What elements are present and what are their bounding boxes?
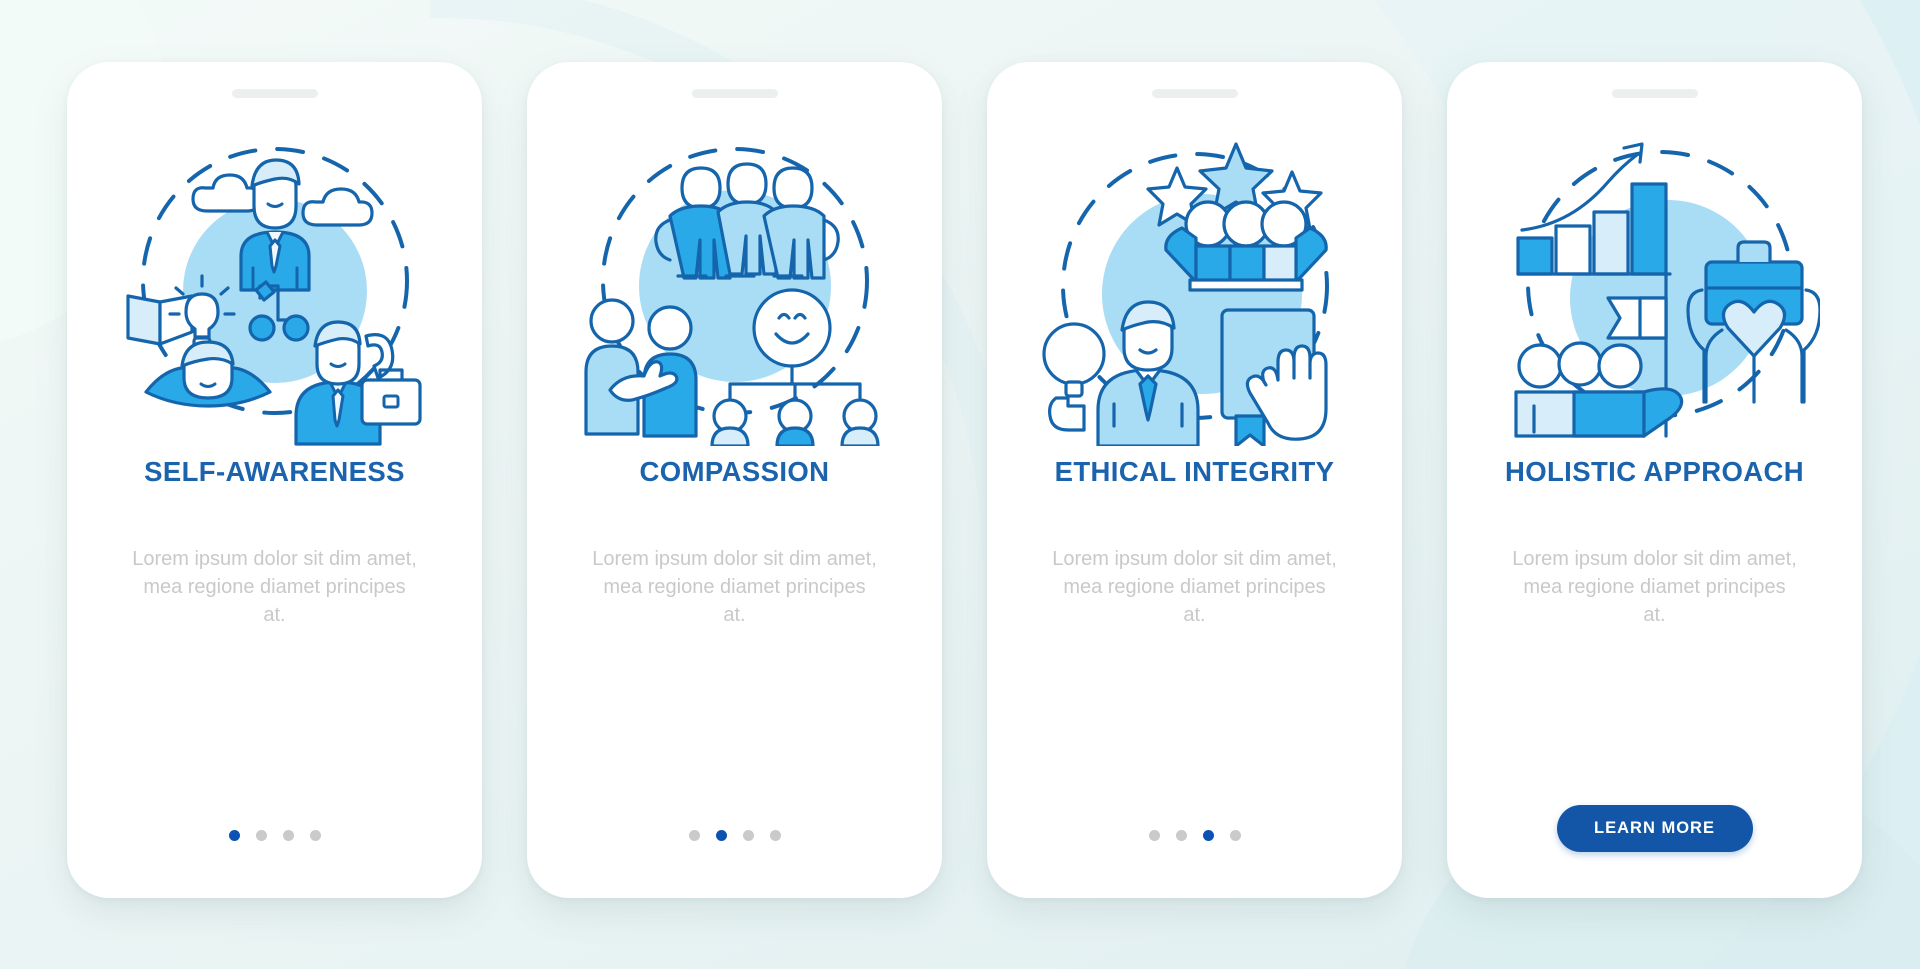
pagination-dot-4[interactable] bbox=[1229, 830, 1241, 841]
self-awareness-illustration bbox=[110, 116, 440, 446]
pagination-dots[interactable] bbox=[688, 830, 781, 841]
pagination-dot-2[interactable] bbox=[255, 830, 267, 841]
phone-speaker-bar bbox=[691, 89, 778, 98]
pagination-dot-4[interactable] bbox=[309, 830, 321, 841]
pagination-dot-3[interactable] bbox=[282, 830, 294, 841]
ethical-integrity-illustration bbox=[1030, 116, 1360, 446]
pagination-dot-4[interactable] bbox=[769, 830, 781, 841]
pagination-dots[interactable] bbox=[1148, 830, 1241, 841]
onboarding-screens-row: SELF-AWARENESS Lorem ipsum dolor sit dim… bbox=[0, 0, 1920, 898]
screen-body-text: Lorem ipsum dolor sit dim amet, mea regi… bbox=[1512, 547, 1797, 627]
screen-body-text: Lorem ipsum dolor sit dim amet, mea regi… bbox=[592, 547, 877, 627]
phone-speaker-bar bbox=[1151, 89, 1238, 98]
phone-screen-ethical-integrity[interactable]: ETHICAL INTEGRITY Lorem ipsum dolor sit … bbox=[987, 62, 1402, 898]
phone-screen-holistic-approach[interactable]: HOLISTIC APPROACH Lorem ipsum dolor sit … bbox=[1447, 62, 1862, 898]
pagination-dot-2[interactable] bbox=[1175, 830, 1187, 841]
pagination-dot-3[interactable] bbox=[1202, 830, 1214, 841]
screen-body-text: Lorem ipsum dolor sit dim amet, mea regi… bbox=[132, 547, 417, 627]
phone-screen-self-awareness[interactable]: SELF-AWARENESS Lorem ipsum dolor sit dim… bbox=[67, 62, 482, 898]
phone-screen-compassion[interactable]: COMPASSION Lorem ipsum dolor sit dim ame… bbox=[527, 62, 942, 898]
pagination-dot-2[interactable] bbox=[715, 830, 727, 841]
pagination-dot-1[interactable] bbox=[228, 830, 240, 841]
pagination-dot-1[interactable] bbox=[688, 830, 700, 841]
holistic-approach-illustration bbox=[1490, 116, 1820, 446]
compassion-illustration bbox=[570, 116, 900, 446]
pagination-dot-1[interactable] bbox=[1148, 830, 1160, 841]
pagination-dots[interactable] bbox=[228, 830, 321, 841]
screen-title: SELF-AWARENESS bbox=[144, 456, 405, 487]
screen-title: COMPASSION bbox=[639, 456, 830, 487]
screen-title: ETHICAL INTEGRITY bbox=[1054, 456, 1335, 487]
phone-speaker-bar bbox=[1611, 89, 1698, 98]
phone-speaker-bar bbox=[231, 89, 318, 98]
pagination-dot-3[interactable] bbox=[742, 830, 754, 841]
screen-title: HOLISTIC APPROACH bbox=[1504, 456, 1805, 487]
screen-body-text: Lorem ipsum dolor sit dim amet, mea regi… bbox=[1052, 547, 1337, 627]
learn-more-button[interactable]: LEARN MORE bbox=[1556, 805, 1753, 852]
